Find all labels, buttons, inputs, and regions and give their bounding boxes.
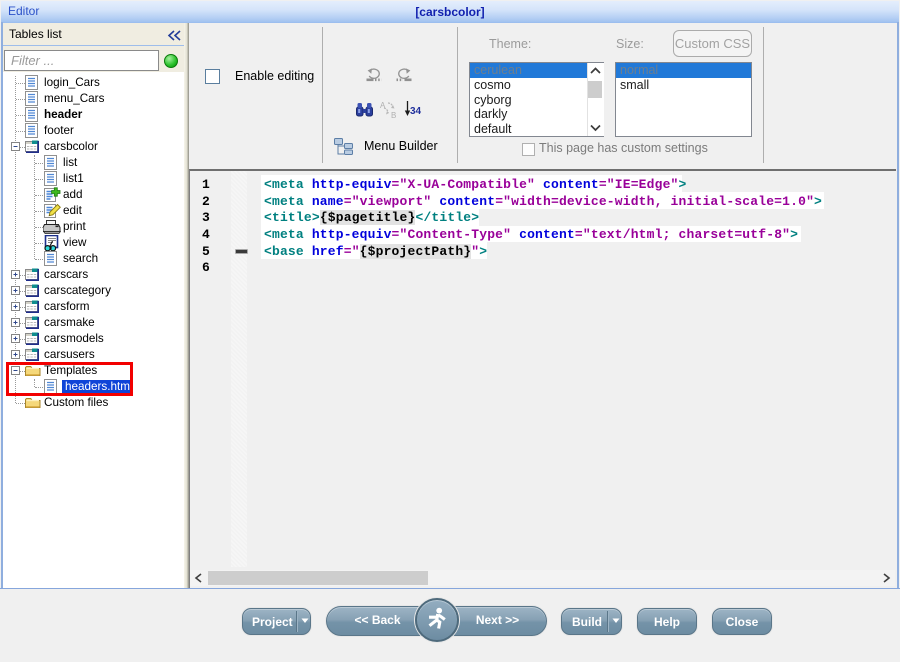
svg-text:B: B (391, 111, 396, 119)
